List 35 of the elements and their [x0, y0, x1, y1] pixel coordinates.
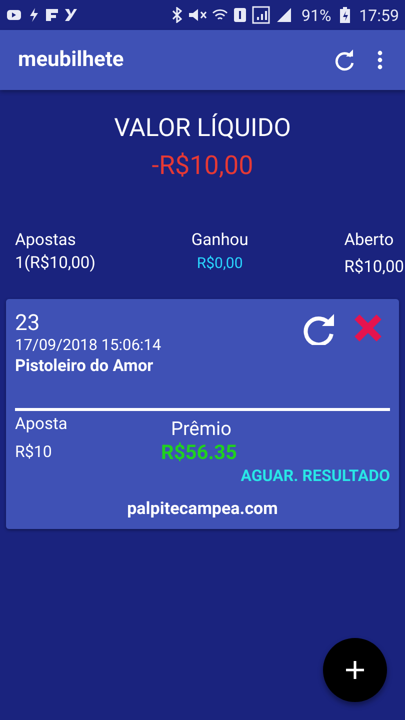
more-icon [377, 50, 383, 70]
signal-icon [275, 6, 294, 24]
battery-level: 91% [301, 6, 332, 24]
bet-label: Aposta [15, 415, 68, 434]
stat-value: 1(R$10,00) [15, 254, 96, 273]
refresh-icon [333, 49, 355, 71]
mute-icon [187, 7, 208, 23]
stat-label: Ganhou [191, 231, 248, 250]
net-value-title: VALOR LÍQUIDO [114, 114, 291, 143]
stat-value: R$10,00 [344, 258, 404, 277]
stat-value: R$0,00 [196, 254, 243, 272]
site-address: palpitecampea.com [126, 499, 279, 519]
flash-icon [27, 7, 39, 23]
ticket-name: Pistoleiro do Amor [15, 357, 154, 376]
net-value: -R$10,00 [152, 151, 254, 181]
prize-label: Prêmio [171, 417, 232, 440]
ticket-status: AGUAR. RESULTADO [240, 466, 390, 485]
battery-icon [339, 6, 352, 24]
refresh-button[interactable] [303, 313, 335, 345]
plus-icon [346, 661, 364, 679]
sim-icon [233, 7, 248, 23]
clock: 17:59 [359, 6, 399, 24]
stat-label: Aberto [344, 231, 394, 250]
bluetooth-icon [170, 7, 182, 23]
stat-label: Apostas [15, 231, 76, 250]
bet-value: R$10 [15, 442, 53, 461]
ticket-datetime: 17/09/2018 15:06:14 [15, 336, 162, 354]
prize-value: R$56.35 [161, 440, 237, 464]
app-title: meubilhete [18, 48, 125, 72]
video-icon [6, 8, 22, 22]
ticket-number: 23 [15, 311, 40, 336]
refresh-icon [303, 313, 335, 345]
close-icon [353, 313, 383, 343]
add-button[interactable] [323, 638, 387, 702]
signal-icon [252, 6, 270, 24]
